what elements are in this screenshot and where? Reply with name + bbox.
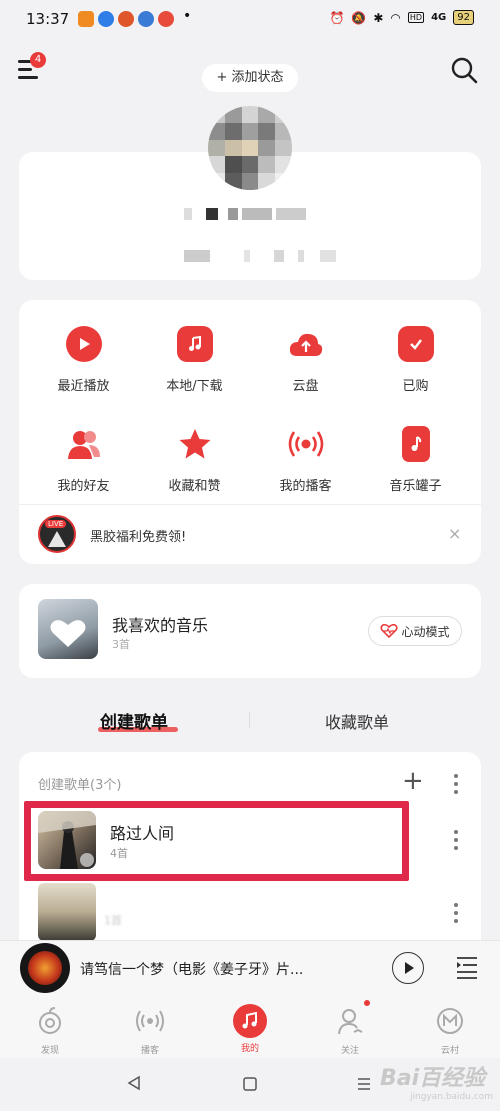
star-icon: [177, 426, 213, 462]
play-icon: [65, 326, 102, 362]
heartbeat-mode-label: 心动模式: [401, 624, 450, 639]
back-icon[interactable]: [126, 1075, 142, 1091]
my-friends-label: 我的好友: [57, 479, 110, 494]
podcast-icon: [136, 1010, 164, 1032]
follow-icon: [338, 1009, 363, 1035]
nav-my-music-label: 我的: [240, 1044, 259, 1054]
purchased-item[interactable]: 已购: [358, 326, 473, 394]
tab-created-playlists[interactable]: 创建歌单: [100, 708, 168, 733]
recent-play-label: 最近播放: [57, 379, 110, 394]
tab-collected-playlists[interactable]: 收藏歌单: [325, 709, 389, 733]
playlist-cover[interactable]: [38, 883, 96, 941]
avatar[interactable]: [208, 106, 292, 190]
cloud-disk-item[interactable]: 云盘: [248, 326, 363, 394]
playlist-queue-icon[interactable]: [455, 955, 479, 979]
tab-separator: [249, 712, 250, 728]
battery-icon: 92: [453, 10, 474, 25]
watermark-brand: Bai百经验: [380, 1066, 486, 1091]
local-download-label: 本地/下载: [166, 379, 223, 394]
status-icons: ⏰ 🔕 ✱ ◠ HD 4G 92: [329, 10, 474, 25]
nav-cloud-village[interactable]: 云村: [420, 1006, 480, 1056]
search-icon[interactable]: [450, 56, 478, 84]
liked-music-cover[interactable]: [38, 599, 98, 659]
nav-my-music[interactable]: 我的: [220, 1004, 280, 1054]
watermark-url: jingyan.baidu.com: [410, 1092, 494, 1102]
nav-podcast-label: 播客: [140, 1046, 159, 1056]
favorites-item[interactable]: 收藏和赞: [137, 426, 252, 494]
recents-icon[interactable]: [356, 1076, 372, 1092]
liked-music-count: 3首: [112, 638, 130, 651]
weibo-notification-icon: [158, 11, 174, 27]
play-icon: [405, 962, 414, 974]
cloud-village-icon: [437, 1008, 463, 1034]
playlist-count: 1首: [104, 914, 122, 927]
app-notification-icon: [138, 11, 154, 27]
app-notification-icon: [78, 11, 94, 27]
app-notification-icon: [118, 11, 134, 27]
username-blurred: [184, 208, 306, 220]
wifi-icon: ◠: [390, 10, 401, 25]
liked-music-title[interactable]: 我喜欢的音乐: [112, 612, 208, 636]
user-info-blurred: [184, 250, 336, 262]
follow-badge-dot: [364, 1000, 370, 1006]
app-notification-icon: [98, 11, 114, 27]
more-options-icon[interactable]: [454, 774, 458, 798]
highlight-annotation-box: [24, 801, 409, 881]
favorites-label: 收藏和赞: [168, 479, 221, 494]
more-options-icon[interactable]: [454, 903, 458, 927]
shopping-bag-icon: [397, 326, 434, 362]
nav-discover[interactable]: 发现: [20, 1006, 80, 1056]
heartbeat-mode-button[interactable]: 心动模式: [368, 616, 462, 646]
status-time: 13:37: [26, 10, 70, 28]
bluetooth-icon: ✱: [373, 10, 384, 25]
cloud-upload-icon: [288, 326, 324, 362]
my-podcast-label: 我的播客: [279, 479, 332, 494]
discover-icon: [39, 1007, 61, 1034]
status-bar: 13:37 • ⏰ 🔕 ✱ ◠ HD 4G 92: [0, 0, 500, 38]
divider: [19, 504, 481, 505]
play-button[interactable]: [392, 952, 424, 984]
nav-cloud-village-label: 云村: [440, 1046, 459, 1056]
music-jar-label: 音乐罐子: [389, 479, 442, 494]
home-icon[interactable]: [242, 1076, 258, 1092]
purchased-label: 已购: [402, 379, 429, 394]
local-download-item[interactable]: 本地/下载: [137, 326, 252, 394]
music-note-icon: [176, 326, 213, 362]
add-status-button[interactable]: + 添加状态: [202, 64, 298, 92]
menu-badge: 4: [30, 52, 46, 68]
music-jar-icon: [401, 426, 430, 462]
nav-discover-label: 发现: [40, 1046, 59, 1056]
mute-icon: 🔕: [351, 10, 367, 25]
album-art: [28, 951, 62, 985]
add-playlist-button[interactable]: +: [402, 766, 424, 796]
live-avatar[interactable]: LIVE: [38, 515, 76, 553]
music-jar-item[interactable]: 音乐罐子: [358, 426, 473, 494]
hd-icon: HD: [407, 12, 425, 23]
alarm-icon: ⏰: [329, 10, 345, 25]
close-icon[interactable]: ×: [448, 524, 461, 543]
signal-icon: 4G: [431, 12, 447, 23]
more-options-icon[interactable]: [454, 830, 458, 854]
my-friends-item[interactable]: 我的好友: [26, 426, 141, 494]
cloud-disk-label: 云盘: [292, 379, 319, 394]
promo-text[interactable]: 黑胶福利免费领!: [90, 526, 186, 545]
playlist-section-header: 创建歌单(3个): [38, 778, 122, 793]
heart-pulse-icon: [380, 624, 399, 638]
podcast-icon: [288, 426, 324, 462]
my-podcast-item[interactable]: 我的播客: [248, 426, 363, 494]
friends-icon: [66, 426, 102, 462]
my-music-icon: [233, 1004, 267, 1038]
nav-follow[interactable]: 关注: [320, 1000, 380, 1056]
nav-follow-label: 关注: [340, 1046, 359, 1056]
nav-podcast[interactable]: 播客: [120, 1006, 180, 1056]
recent-play-item[interactable]: 最近播放: [26, 326, 141, 394]
now-playing-title[interactable]: 请笃信一个梦（电影《姜子牙》片...: [80, 959, 340, 979]
more-notifications-dot: •: [183, 8, 192, 24]
